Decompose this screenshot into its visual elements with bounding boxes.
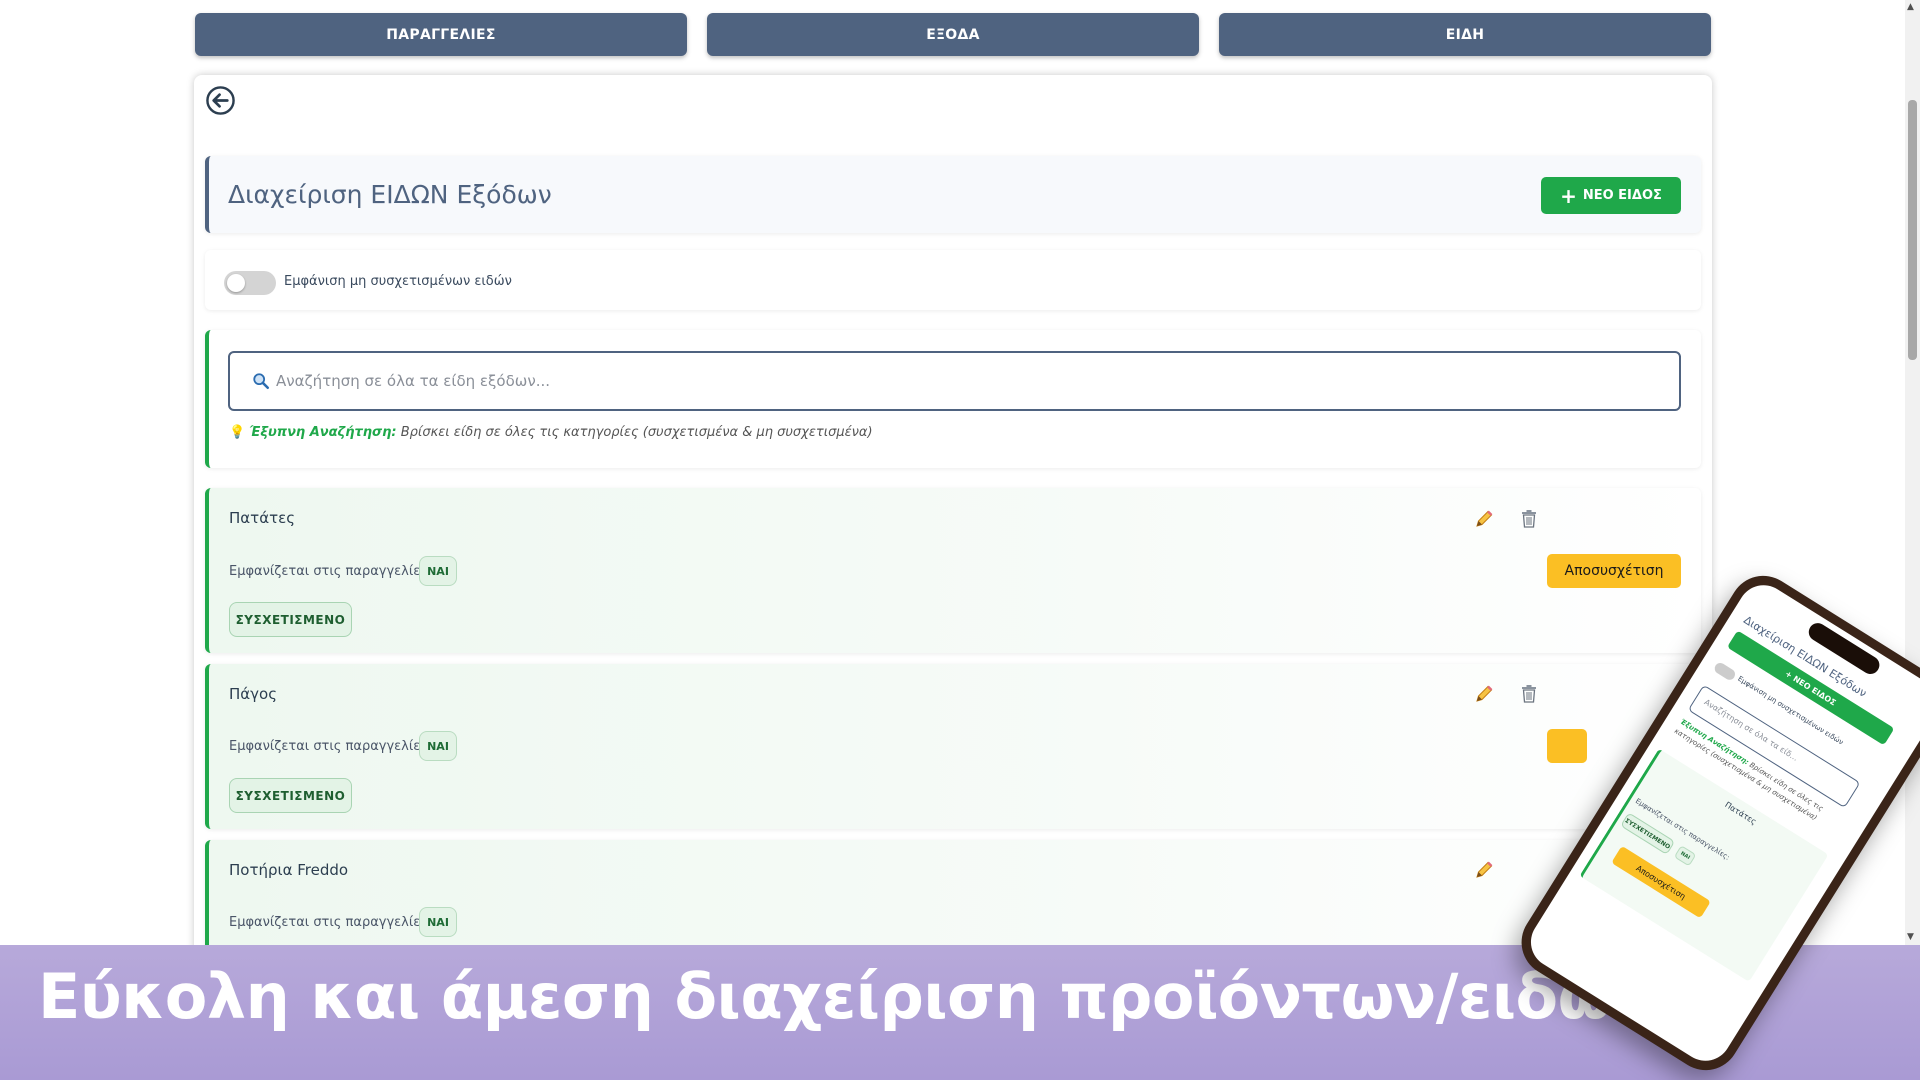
edit-pencil-icon[interactable] [1473, 683, 1495, 705]
edit-pencil-icon[interactable] [1473, 508, 1495, 530]
nav-items-button[interactable]: ΕΙΔΗ [1219, 13, 1711, 56]
item-visibility-label: Εμφανίζεται στις παραγγελίες: [229, 564, 433, 579]
item-visibility-badge: ΝΑΙ [419, 731, 457, 761]
unrelate-button[interactable]: Αποσυσχέτιση [1547, 554, 1681, 588]
phone-toggle [1712, 660, 1738, 682]
new-item-button[interactable]: + ΝΕΟ ΕΙΔΟΣ [1541, 177, 1681, 214]
lightbulb-icon: 💡 [229, 425, 246, 440]
scroll-up-arrow-icon[interactable]: ▲ [1907, 2, 1914, 12]
back-arrow-icon[interactable] [205, 85, 236, 116]
related-status-badge: ΣΥΣΧΕΤΙΣΜΕΝΟ [229, 778, 352, 813]
item-visibility-label: Εμφανίζεται στις παραγγελίες: [229, 915, 433, 930]
item-visibility-badge: ΝΑΙ [419, 556, 457, 586]
unrelate-button[interactable] [1547, 729, 1587, 763]
trash-icon[interactable] [1518, 683, 1540, 705]
trash-icon[interactable] [1518, 508, 1540, 530]
page-title: Διαχείριση ΕΙΔΩΝ Εξόδων [228, 180, 552, 209]
search-input[interactable] [276, 367, 1656, 395]
item-name: Πάγος [229, 685, 278, 703]
item-visibility-label: Εμφανίζεται στις παραγγελίες: [229, 739, 433, 754]
promo-banner-text: Εύκολη και άμεση διαχείριση προϊόντων/ει… [38, 960, 1653, 1033]
plus-icon: + [1560, 183, 1577, 208]
new-item-button-label: ΝΕΟ ΕΙΔΟΣ [1582, 188, 1662, 203]
search-icon [253, 373, 270, 390]
item-name: Πατάτες [229, 509, 296, 527]
related-status-badge: ΣΥΣΧΕΤΙΣΜΕΝΟ [229, 602, 352, 637]
search-hint: 💡 Έξυπνη Αναζήτηση: Βρίσκει είδη σε όλες… [229, 425, 873, 440]
item-name: Ποτήρια Freddo [229, 861, 349, 879]
edit-pencil-icon[interactable] [1473, 859, 1495, 881]
search-hint-title: Έξυπνη Αναζήτηση: [249, 425, 397, 440]
scrollbar-thumb[interactable] [1908, 100, 1917, 360]
show-unrelated-toggle[interactable] [224, 271, 276, 295]
app-root: ΠΑΡΑΓΓΕΛΙΕΣ ΕΞΟΔΑ ΕΙΔΗ ▲ ▼ Διαχείριση ΕΙ… [0, 0, 1920, 1080]
show-unrelated-toggle-label: Εμφάνιση μη συσχετισμένων ειδών [284, 274, 512, 289]
nav-orders-button[interactable]: ΠΑΡΑΓΓΕΛΙΕΣ [195, 13, 687, 56]
search-hint-text: Βρίσκει είδη σε όλες τις κατηγορίες (συσ… [396, 425, 873, 440]
nav-expenses-button[interactable]: ΕΞΟΔΑ [707, 13, 1199, 56]
item-visibility-badge: ΝΑΙ [419, 907, 457, 937]
scroll-down-arrow-icon[interactable]: ▼ [1907, 932, 1914, 942]
